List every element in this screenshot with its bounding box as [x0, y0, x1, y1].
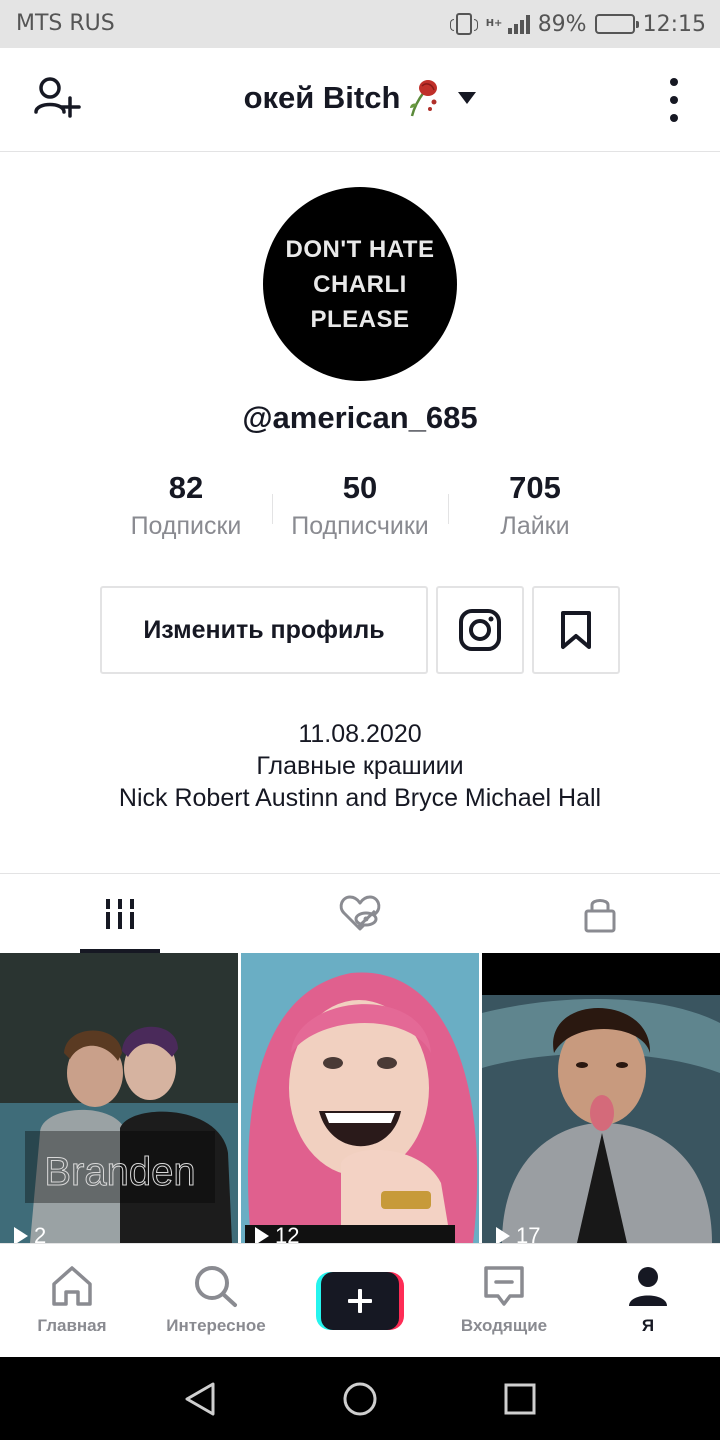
- following-label: Подписки: [130, 512, 242, 540]
- bio-line: Nick Robert Austinn and Bryce Michael Ha…: [118, 784, 602, 812]
- bio-line: 11.08.2020: [298, 720, 422, 748]
- back-icon[interactable]: [180, 1379, 220, 1419]
- edit-profile-button[interactable]: Изменить профиль: [100, 586, 428, 674]
- video-grid: Branden 2 12 17: [0, 953, 720, 1243]
- nav-inbox[interactable]: Входящие: [432, 1244, 576, 1358]
- video-thumbnail[interactable]: 12: [241, 953, 479, 1243]
- more-vertical-icon[interactable]: [664, 78, 684, 122]
- nav-me-label: Я: [641, 1316, 655, 1335]
- likes-label: Лайки: [500, 512, 570, 540]
- signal-icon: [507, 14, 530, 34]
- home-circle-icon[interactable]: [340, 1379, 380, 1419]
- bottom-nav: Главная Интересное Входящие Я: [0, 1243, 720, 1357]
- likes-stat[interactable]: 705 Лайки: [447, 470, 623, 541]
- chevron-down-icon: [458, 92, 477, 104]
- view-count-value: 17: [516, 1223, 541, 1243]
- system-nav-bar: [0, 1357, 720, 1440]
- inbox-icon: [484, 1266, 524, 1306]
- nav-discover[interactable]: Интересное: [144, 1244, 288, 1358]
- profile-header: окей Bitch: [0, 48, 720, 152]
- followers-count: 50: [342, 470, 378, 505]
- avatar-text-line: DON'T HATE: [285, 235, 435, 263]
- instagram-button[interactable]: [436, 586, 524, 674]
- battery-icon: [594, 14, 639, 34]
- video-thumbnail-image: [241, 953, 479, 1243]
- view-count: 2: [14, 1223, 46, 1243]
- tab-liked[interactable]: [240, 874, 480, 954]
- view-count: 17: [496, 1223, 540, 1243]
- create-button[interactable]: [316, 1272, 404, 1330]
- following-count: 82: [168, 470, 204, 505]
- profile-tabs: [0, 873, 720, 953]
- followers-label: Подписчики: [291, 512, 429, 540]
- followers-stat[interactable]: 50 Подписчики: [272, 470, 448, 541]
- username: @american_685: [242, 400, 478, 435]
- search-icon: [195, 1266, 237, 1307]
- carrier-name: MTS RUS: [16, 11, 115, 36]
- plus-icon: [348, 1289, 372, 1313]
- video-overlay-text: Branden: [44, 1150, 195, 1194]
- status-bar: MTS RUS H+ 89% 12:15: [0, 0, 720, 48]
- liked-hidden-icon: [339, 895, 381, 931]
- nav-discover-label: Интересное: [166, 1316, 266, 1335]
- video-thumbnail[interactable]: Branden 2: [0, 953, 238, 1243]
- battery-percent: 89%: [537, 11, 587, 37]
- nav-home-label: Главная: [37, 1316, 107, 1335]
- clock: 12:15: [642, 11, 706, 37]
- tab-videos[interactable]: [0, 874, 240, 954]
- following-stat[interactable]: 82 Подписки: [98, 470, 274, 541]
- nav-inbox-label: Входящие: [460, 1316, 548, 1335]
- play-icon: [14, 1227, 28, 1243]
- video-thumbnail-image: [482, 953, 720, 1243]
- view-count: 12: [255, 1223, 299, 1243]
- likes-count: 705: [509, 470, 561, 505]
- profile-stats: 82 Подписки 50 Подписчики 705 Лайки: [98, 470, 622, 550]
- bio-line: Главные крашиии: [256, 752, 464, 780]
- nav-me[interactable]: Я: [576, 1244, 720, 1358]
- account-switcher[interactable]: окей Bitch: [0, 78, 720, 118]
- view-count-value: 2: [34, 1223, 47, 1243]
- network-type: H+: [485, 18, 503, 29]
- avatar[interactable]: DON'T HATE CHARLI PLEASE: [263, 187, 457, 381]
- view-count-value: 12: [275, 1223, 300, 1243]
- avatar-text-line: CHARLI: [313, 270, 407, 298]
- play-icon: [255, 1227, 269, 1243]
- wilted-rose-emoji: [410, 80, 438, 117]
- page-title: окей Bitch: [243, 80, 401, 115]
- lock-icon: [584, 899, 616, 933]
- home-icon: [52, 1266, 92, 1306]
- instagram-icon: [459, 609, 501, 651]
- bookmark-icon: [561, 611, 591, 649]
- profile-icon: [629, 1267, 667, 1306]
- videos-grid-icon: [103, 899, 137, 929]
- avatar-text-line: PLEASE: [310, 305, 410, 333]
- recents-icon[interactable]: [500, 1379, 540, 1419]
- favorites-button[interactable]: [532, 586, 620, 674]
- vibrate-icon: [449, 13, 478, 35]
- nav-home[interactable]: Главная: [0, 1244, 144, 1358]
- video-thumbnail[interactable]: 17: [482, 953, 720, 1243]
- video-thumbnail-image: Branden: [0, 953, 238, 1243]
- profile-bio: 11.08.2020 Главные крашиии Nick Robert A…: [0, 718, 720, 814]
- tab-private[interactable]: [480, 874, 720, 954]
- play-icon: [496, 1227, 510, 1243]
